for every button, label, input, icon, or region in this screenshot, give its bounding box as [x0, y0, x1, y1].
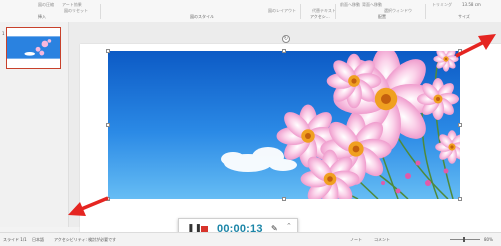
slide-number: 1 [2, 31, 5, 36]
rotate-handle-icon[interactable]: ↻ [282, 35, 290, 43]
status-notes-button[interactable]: ノート [350, 237, 362, 243]
ribbon-group-adjust: 挿入 [38, 14, 46, 19]
ribbon-item-layout[interactable]: 図のレイアウト [268, 8, 296, 14]
arrow-icon [455, 34, 496, 58]
resize-handle-bottom[interactable] [282, 197, 286, 201]
resize-handle-bottom-right[interactable] [458, 197, 462, 201]
ribbon-separator [335, 4, 336, 19]
status-comments-button[interactable]: コメント [374, 237, 390, 243]
slide-thumbnail-1[interactable] [6, 27, 61, 69]
zoom-slider-knob[interactable] [463, 237, 465, 242]
ribbon-item-compress[interactable]: 図の圧縮 [38, 2, 54, 8]
ribbon-item-bring-forward[interactable]: 前面へ移動 [340, 2, 360, 8]
cosmos-flower-photo[interactable] [108, 51, 460, 199]
status-slide-info: スライド 1/1 [3, 237, 27, 242]
status-bar: スライド 1/1 日本語 アクセシビリティ: 検討が必要です ノート コメント … [0, 232, 501, 246]
ribbon-group-accessibility: アクセシ… [310, 14, 330, 19]
ribbon-group-size: サイズ [458, 14, 470, 19]
size-height-field[interactable]: 13.58 cm [462, 2, 481, 7]
resize-handle-top-left[interactable] [106, 49, 110, 53]
ribbon-item-reset[interactable]: 図のリセット [64, 8, 88, 14]
ribbon-item-selection-pane[interactable]: 選択ウィンドウ [384, 8, 412, 14]
status-language[interactable]: 日本語 [32, 237, 44, 243]
thumbnail-photo [7, 36, 60, 59]
ribbon-group-picture-styles: 図のスタイル [190, 14, 214, 19]
ribbon: 図の圧縮 アート効果 図のリセット 図のレイアウト 代替テキスト 前面へ移動 背… [0, 0, 501, 23]
ribbon-item-crop[interactable]: トリミング [432, 2, 452, 8]
chevron-up-icon[interactable]: ⌃ [286, 222, 292, 230]
ribbon-separator [300, 4, 301, 19]
ribbon-separator [100, 4, 101, 19]
ribbon-item-send-backward[interactable]: 背面へ移動 [362, 2, 382, 8]
status-zoom[interactable]: 80% [484, 237, 493, 242]
arrow-icon [68, 196, 109, 216]
zoom-slider[interactable] [450, 239, 480, 240]
ribbon-separator [425, 4, 426, 19]
resize-handle-left[interactable] [106, 123, 110, 127]
resize-handle-right[interactable] [458, 123, 462, 127]
status-accessibility[interactable]: アクセシビリティ: 検討が必要です [54, 237, 116, 243]
resize-handle-top[interactable] [282, 49, 286, 53]
ribbon-group-arrange: 配置 [378, 14, 386, 19]
slide-thumbnail-pane: 1 [0, 22, 69, 227]
